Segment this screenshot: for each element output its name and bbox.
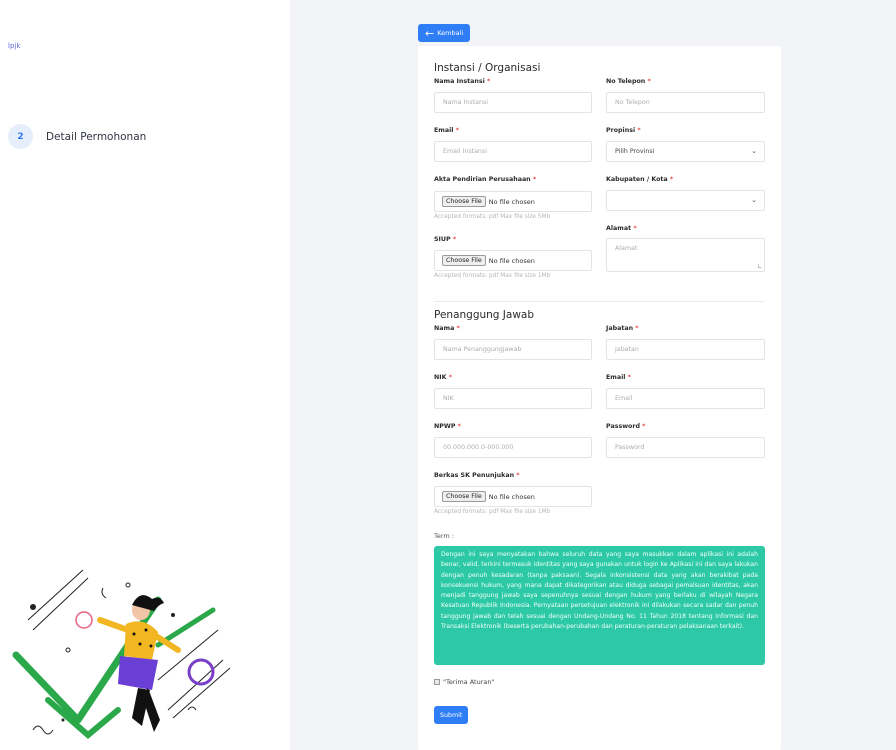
step-label: Detail Permohonan [46,130,147,143]
file-status: No file chosen [488,197,535,206]
file-status: No file chosen [488,256,535,265]
nik-input[interactable]: NIK [434,388,592,409]
step-indicator: 2 Detail Permohonan [8,124,146,149]
label-kabupaten: Kabupaten / Kota * [606,176,674,183]
choose-file-button[interactable]: Choose File [442,491,486,502]
kabupaten-select[interactable]: ⌄ [606,190,765,211]
arrow-left-icon: ← [425,26,435,40]
alamat-textarea[interactable]: Alamat ∟ [606,238,765,272]
label-propinsi: Propinsi * [606,127,641,134]
label-npwp: NPWP * [434,423,461,430]
propinsi-select[interactable]: Pilih Provinsi ⌄ [606,141,765,162]
checkbox-icon[interactable] [434,679,440,685]
siup-file-input[interactable]: Choose File No file chosen [434,250,592,271]
illustration-woman-checkmark [12,569,231,739]
nama-penanggungjawab-input[interactable]: Nama Penanggungjawab [434,339,592,360]
propinsi-value: Pilih Provinsi [615,148,655,155]
chevron-down-icon: ⌄ [751,196,757,204]
email-input[interactable]: Email [606,388,765,409]
step-number: 2 [8,124,33,149]
label-jabatan: Jabatan * [606,325,639,332]
section-divider [434,301,765,302]
label-no-telepon: No Telepon * [606,78,651,85]
nama-instansi-input[interactable]: Nama Instansi [434,92,592,113]
siup-hint: Accepted formats: pdf Max file size 1Mb [434,273,551,279]
chevron-down-icon: ⌄ [751,147,757,155]
alamat-placeholder: Alamat [615,245,638,252]
label-email: Email * [606,374,631,381]
accept-terms-checkbox[interactable]: "Terima Aturan" [434,678,494,686]
section-title-penanggung-jawab: Penanggung Jawab [434,309,535,321]
npwp-input[interactable]: 00.000.000.0-000.000 [434,437,592,458]
sk-hint: Accepted formats: pdf Max file size 1Mb [434,509,551,515]
akta-hint: Accepted formats: pdf Max file size 5Mb [434,214,551,220]
terms-text-box: Dengan ini saya menyatakan bahwa seluruh… [434,546,765,665]
section-title-instansi: Instansi / Organisasi [434,62,541,74]
sk-file-input[interactable]: Choose File No file chosen [434,486,592,507]
choose-file-button[interactable]: Choose File [442,196,486,207]
label-nama-instansi: Nama Instansi * [434,78,491,85]
left-panel: lpjk 2 Detail Permohonan [0,0,290,750]
jabatan-input[interactable]: Jabatan [606,339,765,360]
label-nik: NIK * [434,374,452,381]
akta-file-input[interactable]: Choose File No file chosen [434,191,592,212]
label-alamat: Alamat * [606,225,637,232]
resize-handle-icon[interactable]: ∟ [757,263,762,270]
file-status: No file chosen [488,492,535,501]
label-password: Password * [606,423,646,430]
submit-button[interactable]: Submit [434,706,469,724]
back-button[interactable]: ← Kembali [418,24,471,42]
label-akta: Akta Pendirian Perusahaan * [434,176,537,183]
term-label: Term : [434,532,455,540]
label-email-instansi: Email * [434,127,459,134]
choose-file-button[interactable]: Choose File [442,255,486,266]
password-input[interactable]: Password [606,437,765,458]
label-berkas-sk: Berkas SK Penunjukan * [434,472,520,479]
brand-logo: lpjk [8,42,21,50]
email-instansi-input[interactable]: Email Instansi [434,141,592,162]
accept-terms-label: "Terima Aturan" [443,678,495,686]
main-area: ← Kembali Instansi / Organisasi Nama Ins… [290,0,896,750]
back-label: Kembali [437,29,464,37]
label-nama: Nama * [434,325,460,332]
form-card: Instansi / Organisasi Nama Instansi * Na… [418,46,781,750]
label-siup: SIUP * [434,236,457,243]
no-telepon-input[interactable]: No Telepon [606,92,765,113]
